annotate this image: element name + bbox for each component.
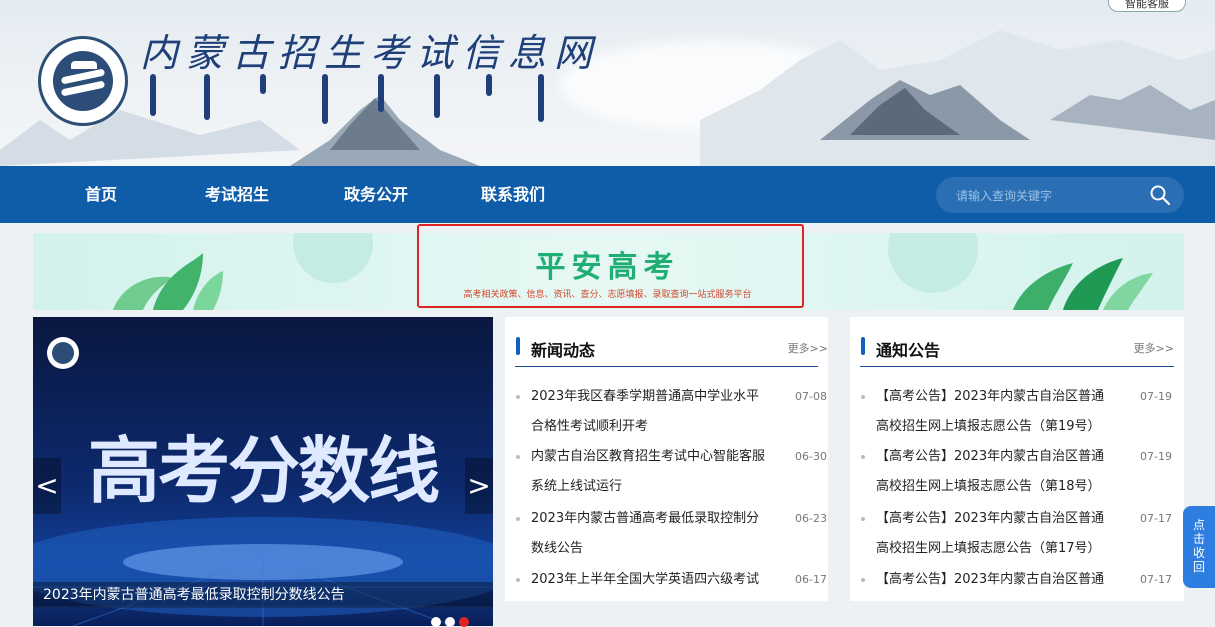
nav-item-government[interactable]: 政务公开 [344, 166, 408, 223]
list-item-date: 06-30 [795, 450, 827, 463]
carousel-next-button[interactable]: > [465, 458, 493, 514]
side-tab-char: 收 [1192, 546, 1205, 560]
list-item-title-cont[interactable]: 系统上线试运行 [531, 472, 777, 502]
list-item-title[interactable]: 【高考公告】2023年内蒙古自治区普通 [876, 382, 1136, 412]
list-item-date: 07-19 [1140, 450, 1172, 463]
list-item-date: 07-17 [1140, 512, 1172, 525]
carousel-caption[interactable]: 2023年内蒙古普通高考最低录取控制分数线公告 [33, 582, 493, 608]
bullet-icon [516, 455, 520, 459]
nav-item-home[interactable]: 首页 [85, 166, 117, 223]
list-item[interactable]: 【高考公告】2023年内蒙古自治区普通 高校招生网上填报志愿公告（第18号） [876, 442, 1136, 502]
list-item[interactable]: 【高考公告】2023年内蒙古自治区普通 [876, 565, 1136, 595]
list-item-title[interactable]: 2023年内蒙古普通高考最低录取控制分 [531, 504, 777, 534]
notice-panel-title: 通知公告 [876, 341, 941, 360]
list-item-title-cont[interactable]: 合格性考试顺利开考 [531, 412, 777, 442]
list-item-title-cont[interactable]: 高校招生网上填报志愿公告（第17号） [876, 534, 1136, 564]
carousel-prev-button[interactable]: < [33, 458, 61, 514]
list-item-date: 07-17 [1140, 573, 1172, 586]
list-item-title[interactable]: 【高考公告】2023年内蒙古自治区普通 [876, 565, 1136, 595]
list-item-title[interactable]: 2023年我区春季学期普通高中学业水平 [531, 382, 777, 412]
list-item[interactable]: 【高考公告】2023年内蒙古自治区普通 高校招生网上填报志愿公告（第17号） [876, 504, 1136, 564]
list-item[interactable]: 【高考公告】2023年内蒙古自治区普通 高校招生网上填报志愿公告（第19号） [876, 382, 1136, 442]
collapse-side-tab[interactable]: 点 击 收 回 [1183, 506, 1215, 588]
bullet-icon [861, 395, 865, 399]
list-item[interactable]: 2023年我区春季学期普通高中学业水平 合格性考试顺利开考 [531, 382, 777, 442]
list-item[interactable]: 2023年内蒙古普通高考最低录取控制分 数线公告 [531, 504, 777, 564]
bullet-icon [861, 517, 865, 521]
side-tab-char: 击 [1192, 532, 1205, 546]
list-item-date: 06-23 [795, 512, 827, 525]
highlight-box [417, 224, 804, 308]
bullet-icon [516, 578, 520, 582]
site-logo[interactable] [38, 36, 128, 126]
list-item-title-cont[interactable]: 高校招生网上填报志愿公告（第18号） [876, 472, 1136, 502]
side-tab-char: 回 [1192, 560, 1205, 574]
list-item-date: 07-08 [795, 390, 827, 403]
logo-roof-shape [71, 61, 97, 69]
list-item-title[interactable]: 2023年上半年全国大学英语四六级考试 [531, 565, 777, 595]
search-box [936, 177, 1184, 215]
carousel-headline: 高考分数线 [87, 428, 440, 513]
section-marker [516, 337, 520, 355]
bullet-icon [861, 455, 865, 459]
list-item[interactable]: 内蒙古自治区教育招生考试中心智能客服 系统上线试运行 [531, 442, 777, 502]
section-marker [861, 337, 865, 355]
list-item-title[interactable]: 内蒙古自治区教育招生考试中心智能客服 [531, 442, 777, 472]
bullet-icon [516, 395, 520, 399]
search-icon[interactable] [1150, 185, 1170, 205]
list-item-title[interactable]: 【高考公告】2023年内蒙古自治区普通 [876, 504, 1136, 534]
list-item[interactable]: 2023年上半年全国大学英语四六级考试 [531, 565, 777, 595]
search-input[interactable] [954, 177, 1138, 215]
mongolian-script-title [150, 74, 560, 124]
smart-service-button[interactable]: 智能客服 [1108, 0, 1186, 12]
site-title[interactable]: 内蒙古招生考试信息网 [140, 22, 600, 77]
list-item-title-cont[interactable]: 数线公告 [531, 534, 777, 564]
divider [515, 366, 818, 367]
list-item-title-cont[interactable]: 高校招生网上填报志愿公告（第19号） [876, 412, 1136, 442]
list-item-date: 07-19 [1140, 390, 1172, 403]
news-panel-title: 新闻动态 [531, 341, 596, 360]
list-item-date: 06-17 [795, 573, 827, 586]
nav-item-contact[interactable]: 联系我们 [481, 166, 545, 223]
side-tab-char: 点 [1192, 518, 1205, 532]
bullet-icon [516, 517, 520, 521]
news-panel: 新闻动态 更多>> 2023年我区春季学期普通高中学业水平 合格性考试顺利开考 … [505, 317, 828, 601]
notice-more-link[interactable]: 更多>> [1134, 340, 1174, 356]
divider [860, 366, 1174, 367]
notice-panel: 通知公告 更多>> 【高考公告】2023年内蒙古自治区普通 高校招生网上填报志愿… [850, 317, 1184, 601]
site-header: 内蒙古招生考试信息网 智能客服 [0, 0, 1215, 166]
bullet-icon [861, 578, 865, 582]
news-more-link[interactable]: 更多>> [788, 340, 828, 356]
list-item-title[interactable]: 【高考公告】2023年内蒙古自治区普通 [876, 442, 1136, 472]
nav-item-exams[interactable]: 考试招生 [205, 166, 269, 223]
